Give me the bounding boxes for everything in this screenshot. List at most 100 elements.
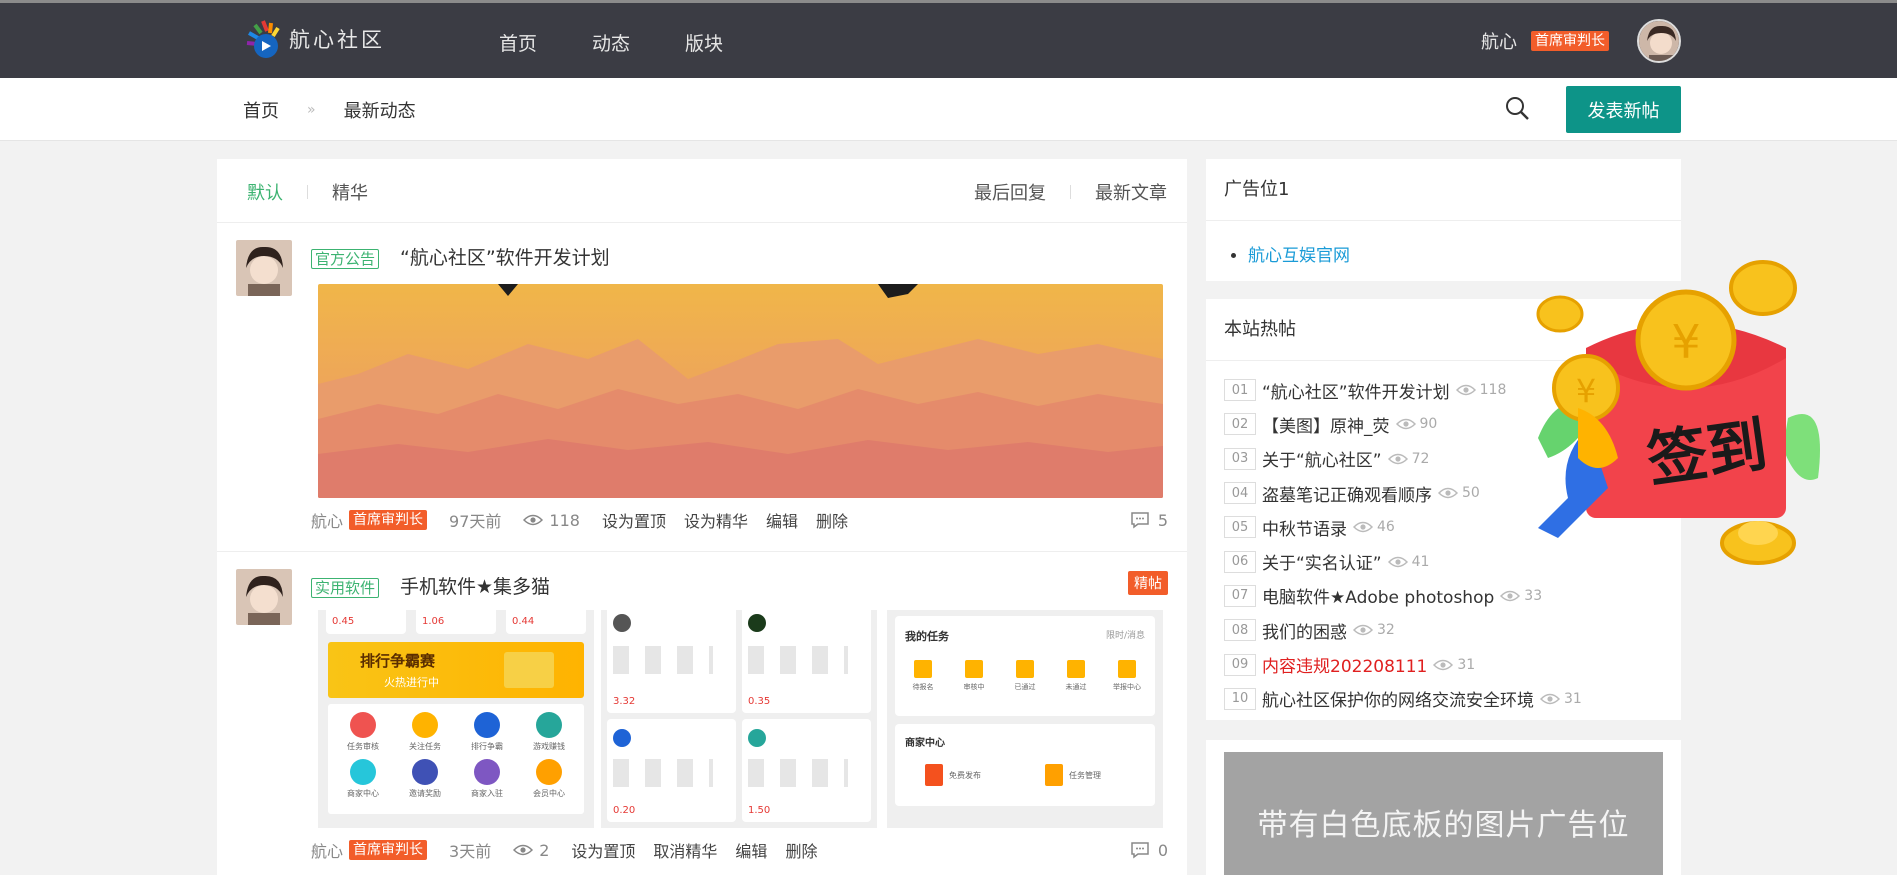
feature-label: 游戏赚钱	[533, 742, 565, 751]
post-author-avatar[interactable]	[236, 240, 292, 296]
post-list-card: 默认 精华 最后回复 最新文章 官方公告 “航心社区”软件开发计划 航心 首席审…	[217, 159, 1187, 875]
my-tasks-link: 限时/消息	[1105, 631, 1145, 641]
hot-post-item[interactable]: 10 航心社区保护你的网络交流安全环境 31	[1224, 682, 1681, 716]
user-name[interactable]: 航心	[1481, 28, 1517, 54]
eye-icon	[1353, 624, 1373, 636]
post-title[interactable]: “航心社区”软件开发计划	[400, 243, 610, 270]
sort-last-reply[interactable]: 最后回复	[974, 179, 1046, 205]
task-label: 未通过	[1065, 683, 1087, 691]
hot-post-title[interactable]: 中秋节语录	[1262, 515, 1347, 540]
rank-banner: 排行争霸赛 火热进行中	[328, 642, 584, 698]
post-author[interactable]: 航心	[311, 838, 343, 862]
hot-post-title[interactable]: 【美图】原神_荧	[1262, 412, 1390, 437]
feature-label: 商家中心	[347, 789, 379, 798]
post-comments[interactable]: 5	[1130, 511, 1168, 530]
post-banner-image[interactable]	[318, 284, 1163, 498]
sort-newest[interactable]: 最新文章	[1095, 179, 1167, 205]
eye-icon	[1540, 693, 1560, 705]
red-envelope-icon[interactable]: ¥ ¥ 签到	[1518, 258, 1838, 598]
feature-label: 任务审核	[347, 742, 379, 751]
card-value: 3.32	[613, 696, 636, 707]
edit-button[interactable]: 编辑	[766, 508, 798, 532]
hot-post-title[interactable]: 航心社区保护你的网络交流安全环境	[1262, 686, 1534, 711]
hot-post-views: 90	[1395, 416, 1438, 433]
app-screenshot-1: 0.45 1.06 0.44 排行争霸赛 火热进行中 任务审核 关注任务 排行争…	[318, 610, 594, 828]
image-ad[interactable]: 带有白色底板的图片广告位	[1224, 752, 1663, 875]
tab-divider	[307, 185, 308, 199]
feature-label: 排行争霸	[471, 742, 503, 751]
hot-post-title[interactable]: 内容违规202208111	[1262, 652, 1427, 677]
delete-button[interactable]: 删除	[785, 838, 817, 862]
task-label: 审核中	[963, 683, 985, 691]
feature-label: 关注任务	[409, 742, 441, 751]
post-author-avatar[interactable]	[236, 569, 292, 625]
tab-default[interactable]: 默认	[247, 179, 283, 205]
hot-post-rank: 01	[1224, 379, 1256, 402]
author-role-badge: 首席审判长	[349, 510, 428, 530]
new-post-button[interactable]: 发表新帖	[1566, 86, 1681, 133]
feature-grid: 任务审核 关注任务 排行争霸 游戏赚钱 商家中心 邀请奖励 商家入驻 会员中心	[328, 704, 584, 814]
author-role-badge: 首席审判长	[349, 840, 428, 860]
hot-post-item[interactable]: 08 我们的困惑 32	[1224, 613, 1681, 647]
post-screenshot-gallery[interactable]: 0.45 1.06 0.44 排行争霸赛 火热进行中 任务审核 关注任务 排行争…	[318, 610, 1163, 828]
hot-post-views-count: 31	[1564, 690, 1582, 707]
breadcrumb-home[interactable]: 首页	[243, 97, 279, 123]
feature-label: 邀请奖励	[409, 789, 441, 798]
hot-post-views: 31	[1540, 691, 1582, 707]
nav-sections[interactable]: 版块	[685, 29, 723, 56]
feature-label: 商家入驻	[471, 789, 503, 798]
hot-post-rank: 08	[1224, 619, 1256, 642]
delete-button[interactable]: 删除	[816, 508, 848, 532]
rank-banner-title: 排行争霸赛	[360, 652, 436, 670]
post-category-tag[interactable]: 实用软件	[311, 578, 380, 598]
post-author[interactable]: 航心	[311, 508, 343, 532]
hot-post-rank: 05	[1224, 516, 1256, 539]
hot-post-title[interactable]: 关于“实名认证”	[1262, 549, 1382, 574]
hot-post-views: 72	[1387, 450, 1430, 467]
edit-button[interactable]: 编辑	[735, 838, 767, 862]
hot-post-views-count: 72	[1411, 450, 1430, 467]
merchant-center-title: 商家中心	[905, 738, 945, 749]
hot-post-title[interactable]: “航心社区”软件开发计划	[1262, 378, 1450, 403]
hot-post-views: 118	[1455, 382, 1507, 399]
hot-post-views-count: 90	[1419, 416, 1438, 433]
rank-banner-sub: 火热进行中	[384, 676, 439, 689]
nav-home[interactable]: 首页	[499, 29, 537, 56]
feature-label: 会员中心	[533, 789, 565, 798]
search-icon[interactable]	[1504, 95, 1530, 121]
user-avatar[interactable]	[1637, 19, 1681, 63]
hot-post-title[interactable]: 关于“航心社区”	[1262, 446, 1382, 471]
cancel-essence-button[interactable]: 取消精华	[653, 838, 717, 862]
hot-post-views-count: 32	[1377, 622, 1395, 639]
eye-icon	[513, 844, 534, 856]
price-label: 1.06	[422, 616, 445, 627]
essence-badge: 精帖	[1128, 571, 1168, 595]
eye-icon	[523, 514, 544, 526]
merchant-item: 免费发布	[949, 770, 981, 780]
pin-button[interactable]: 设为置顶	[602, 508, 666, 532]
card-value: 1.50	[748, 805, 771, 816]
post-time: 97天前	[449, 512, 502, 531]
top-navbar: 航心社区 首页 动态 版块 航心 首席审判长	[0, 0, 1897, 78]
hot-post-title[interactable]: 我们的困惑	[1262, 618, 1347, 643]
hot-post-title[interactable]: 盗墓笔记正确观看顺序	[1262, 481, 1432, 506]
post-category-tag[interactable]: 官方公告	[311, 249, 380, 269]
site-logo[interactable]: 航心社区	[243, 17, 385, 61]
image-ad-panel: 带有白色底板的图片广告位	[1206, 740, 1681, 875]
pin-button[interactable]: 设为置顶	[571, 838, 635, 862]
eye-icon	[1387, 556, 1408, 567]
essence-button[interactable]: 设为精华	[684, 508, 748, 532]
hot-post-views-count: 118	[1479, 382, 1507, 399]
hot-post-item[interactable]: 09 内容违规202208111 31	[1224, 647, 1681, 681]
eye-icon	[1353, 522, 1373, 533]
hot-post-rank: 03	[1224, 447, 1256, 470]
hot-post-rank: 02	[1224, 413, 1256, 436]
post-comments[interactable]: 0	[1130, 841, 1168, 860]
tab-essence[interactable]: 精华	[332, 179, 368, 205]
post-title[interactable]: 手机软件★集多猫	[400, 572, 550, 599]
my-tasks-title: 我的任务	[905, 630, 949, 643]
nav-dynamic[interactable]: 动态	[592, 29, 630, 56]
comment-icon	[1131, 842, 1149, 859]
task-label: 举报中心	[1113, 683, 1141, 691]
hot-post-title[interactable]: 电脑软件★Adobe photoshop	[1262, 583, 1494, 608]
